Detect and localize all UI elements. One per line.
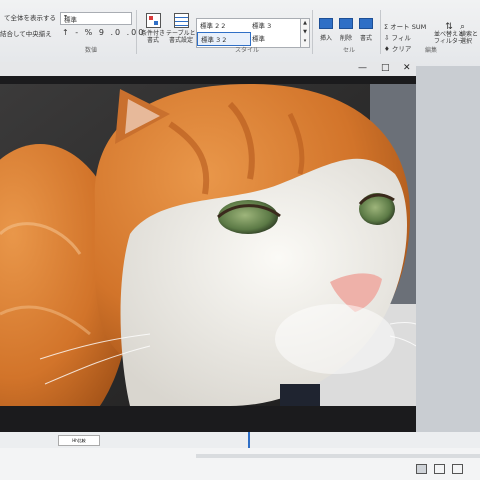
merge-center-button[interactable]: 結合して中央揃え: [0, 28, 52, 38]
page-layout-icon[interactable]: [434, 464, 445, 474]
horizontal-scrollbar[interactable]: [196, 454, 480, 458]
format-label: 書式: [359, 35, 372, 42]
format-as-table-button[interactable]: テーブルとして 書式設定: [166, 13, 208, 44]
format-cells-button[interactable]: 書式: [354, 18, 378, 42]
cursor-marker: [248, 432, 250, 448]
number-format-dropdown[interactable]: 標準 ▾: [60, 12, 132, 25]
minimize-button[interactable]: —: [358, 63, 367, 73]
viewer-titlebar[interactable]: — □ ✕: [0, 62, 416, 76]
cell-styles-gallery: 標準 2 2 標準 3 標準 3 2 標準: [196, 18, 302, 48]
cat-photo: [0, 84, 416, 406]
divider: [312, 10, 313, 54]
group-label-number: 数値: [85, 47, 98, 54]
close-button[interactable]: ✕: [403, 63, 411, 73]
group-label-styles: スタイル: [235, 47, 260, 54]
autosum-button[interactable]: Σ オート SUM: [384, 22, 426, 33]
page-break-icon[interactable]: [452, 464, 463, 474]
cat-photo-image: [0, 84, 416, 406]
excel-ribbon: て全体を表示する 結合して中央揃え 標準 ▾ ↑ - % 9 .0 .00 数値…: [0, 0, 480, 66]
sheet-tab[interactable]: Hh比較: [58, 435, 100, 446]
style-item[interactable]: 標準 3: [249, 19, 303, 31]
chevron-down-icon: ▾: [64, 13, 68, 20]
normal-view-icon[interactable]: [416, 464, 427, 474]
divider: [136, 10, 137, 54]
format-icon: [359, 18, 373, 29]
divider: [380, 10, 381, 54]
group-label-edit: 編集: [425, 47, 438, 54]
style-gallery-scroll[interactable]: ▲ ▼ ▾: [300, 18, 310, 48]
find-select-label: 検索と 選択: [460, 31, 479, 45]
format-as-table-label: テーブルとして 書式設定: [166, 30, 208, 44]
editing-group: Σ オート SUM ⇩ フィル ♦ クリア: [384, 22, 426, 55]
conditional-format-label: 条件付き 書式: [140, 30, 165, 44]
sheet-tabs-bar: Hh比較: [0, 432, 480, 448]
style-item[interactable]: 標準 2 2: [197, 19, 251, 31]
photo-viewer-window: — □ ✕: [0, 62, 416, 432]
style-item-selected[interactable]: 標準 3 2: [197, 32, 251, 46]
number-format-buttons[interactable]: ↑ - % 9 .0 .00: [62, 28, 145, 37]
delete-icon: [339, 18, 353, 29]
wrap-text-label: て全体を表示する: [4, 14, 56, 22]
status-bar: [0, 448, 480, 480]
wrap-text-button[interactable]: て全体を表示する: [4, 12, 56, 22]
clear-button[interactable]: ♦ クリア: [384, 44, 426, 55]
insert-icon: [319, 18, 333, 29]
group-label-cells: セル: [343, 47, 356, 54]
style-item[interactable]: 標準: [249, 32, 303, 44]
merge-center-label: 結合して中央揃え: [0, 30, 52, 38]
table-icon: [173, 13, 189, 28]
conditional-format-button[interactable]: 条件付き 書式: [140, 13, 166, 44]
fill-button[interactable]: ⇩ フィル: [384, 33, 426, 44]
find-select-button[interactable]: ⌕ 検索と 選択: [460, 22, 479, 46]
maximize-button[interactable]: □: [381, 63, 390, 73]
search-icon: ⌕: [460, 22, 466, 32]
conditional-format-icon: [145, 13, 161, 28]
